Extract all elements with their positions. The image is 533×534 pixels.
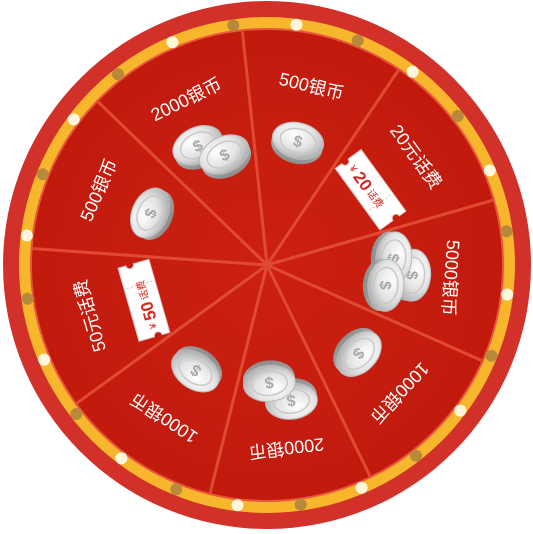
bulb-icon [410,449,422,462]
bulb-icon [485,349,498,362]
bulb-icon [294,498,307,511]
bulb-icon [38,353,51,366]
bulb-icon [20,229,33,242]
bulb-icon [351,34,364,47]
wheel-hub [263,261,271,269]
bulb-icon [70,408,83,420]
bulb-icon [231,499,244,512]
bulb-icon [451,110,464,122]
bulb-icon [501,288,514,301]
bulb-icon [67,113,80,126]
bulb-icon [227,19,240,32]
bulb-icon [166,36,179,49]
bulb-icon [170,483,183,496]
coin-symbol: $ [264,373,275,391]
bulb-icon [21,292,34,305]
bulb-icon [500,225,513,238]
bulb-icon [406,65,419,78]
bulb-icon [483,164,496,177]
bulb-icon [290,18,303,31]
prize-wheel[interactable]: 500银币 $2000银币$ $500银币$ 20元话费¥20话费5000银币$$$1… [0,0,533,534]
bulb-icon [36,168,49,181]
bulb-icon [454,404,467,417]
bulb-icon [355,481,368,494]
bulb-icon [115,452,128,465]
bulb-icon [112,68,124,81]
coin-symbol: $ [376,280,394,290]
